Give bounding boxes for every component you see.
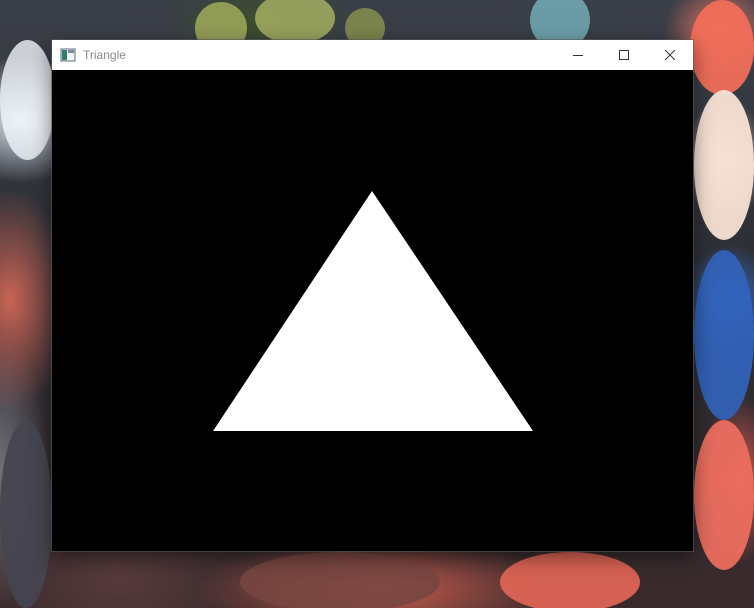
close-button[interactable] bbox=[647, 40, 693, 70]
maximize-icon bbox=[619, 50, 629, 60]
wallpaper-figure bbox=[240, 552, 440, 608]
wallpaper-bokeh bbox=[255, 0, 335, 44]
wallpaper-wing bbox=[0, 40, 55, 160]
wallpaper-hair bbox=[690, 0, 754, 95]
app-window: Triangle bbox=[52, 40, 693, 551]
wallpaper-face bbox=[694, 90, 754, 240]
render-canvas[interactable] bbox=[52, 70, 693, 551]
minimize-icon bbox=[573, 50, 583, 60]
rendered-scene bbox=[213, 191, 533, 431]
wallpaper-shadow bbox=[0, 420, 52, 608]
app-window-icon[interactable] bbox=[60, 47, 76, 63]
maximize-button[interactable] bbox=[601, 40, 647, 70]
close-icon bbox=[665, 50, 675, 60]
window-title: Triangle bbox=[83, 48, 126, 62]
wallpaper-scarf bbox=[694, 250, 754, 420]
white-triangle bbox=[213, 191, 533, 431]
title-bar[interactable]: Triangle bbox=[52, 40, 693, 70]
minimize-button[interactable] bbox=[555, 40, 601, 70]
wallpaper-figure bbox=[500, 552, 640, 608]
wallpaper-hand bbox=[694, 420, 754, 570]
